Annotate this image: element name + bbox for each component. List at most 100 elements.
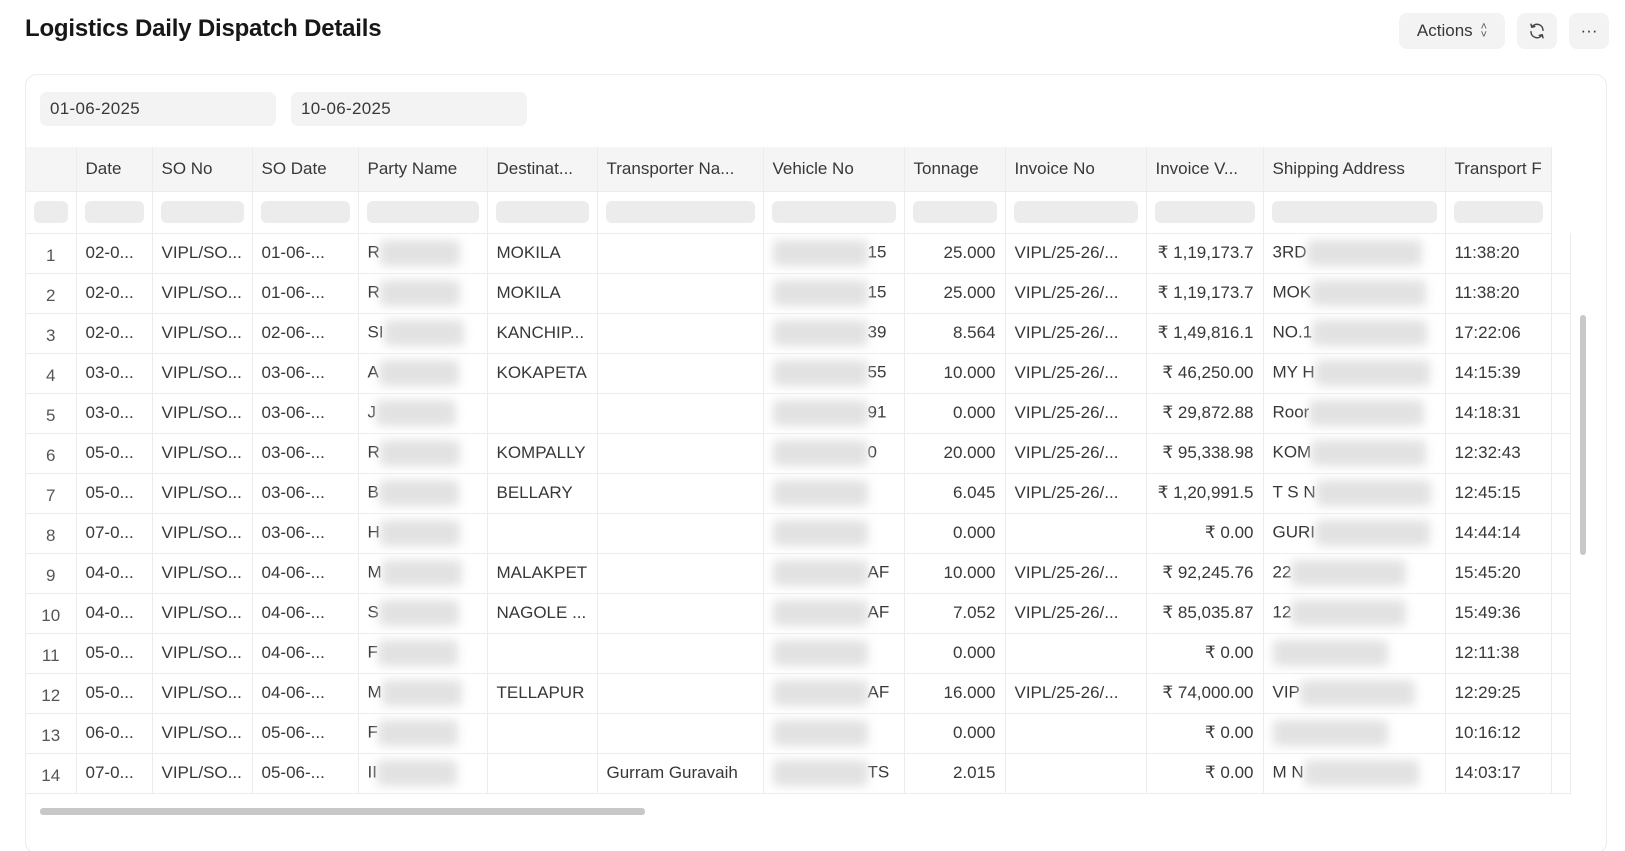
- filter-field[interactable]: [1271, 201, 1437, 223]
- redacted-blur: [378, 360, 459, 386]
- filter-field[interactable]: [605, 201, 755, 223]
- column-header[interactable]: Date: [76, 147, 153, 192]
- filter-field[interactable]: [84, 201, 144, 223]
- redacted-blur: [1299, 680, 1415, 706]
- table-row[interactable]: 3 02-0... VIPL/SO... 02-06-... SI KANCHIP... 3…: [26, 313, 1571, 354]
- column-filter-input[interactable]: [152, 191, 253, 234]
- cell-invoice-value: ₹ 1,19,173.7: [1146, 273, 1264, 314]
- column-filter-input[interactable]: [597, 191, 764, 234]
- cell-so-no-text: VIPL/SO...: [161, 403, 242, 422]
- table-row[interactable]: 5 03-0... VIPL/SO... 03-06-... J 91 0.000 VIPL/…: [26, 393, 1571, 434]
- cell-tonnage: 25.000: [904, 273, 1006, 314]
- table-row[interactable]: 7 05-0... VIPL/SO... 03-06-... B BELLARY 6.045…: [26, 473, 1571, 514]
- table-row[interactable]: 6 05-0... VIPL/SO... 03-06-... R KOMPALLY 0 20.…: [26, 433, 1571, 474]
- cell-invoice-value-text: ₹ 1,20,991.5: [1157, 483, 1254, 502]
- cell-so-date: 04-06-...: [252, 553, 359, 594]
- cell-destination-text: BELLARY: [496, 483, 573, 502]
- cell-invoice-value: ₹ 0.00: [1146, 633, 1264, 674]
- column-header[interactable]: Transport F: [1445, 147, 1552, 192]
- actions-button[interactable]: Actions ˄ ˅: [1399, 13, 1505, 49]
- table-row[interactable]: 14 07-0... VIPL/SO... 05-06-... II Gurram Gur…: [26, 753, 1571, 794]
- column-header[interactable]: SO Date: [252, 147, 359, 192]
- column-filter-input[interactable]: [252, 191, 359, 234]
- row-index: 14: [26, 753, 77, 794]
- table-row[interactable]: 12 05-0... VIPL/SO... 04-06-... M TELLAPUR AF 1…: [26, 673, 1571, 714]
- column-filter-input[interactable]: [1005, 191, 1147, 234]
- cell-so-date-text: 03-06-...: [261, 483, 325, 502]
- cell-invoice-no-text: VIPL/25-26/...: [1014, 243, 1119, 262]
- table-row[interactable]: 10 04-0... VIPL/SO... 04-06-... S NAGOLE ... A…: [26, 593, 1571, 634]
- column-header[interactable]: Party Name: [358, 147, 488, 192]
- table-row[interactable]: 8 07-0... VIPL/SO... 03-06-... H 0.000 ₹ 0.00 G…: [26, 513, 1571, 554]
- column-header[interactable]: Shipping Address: [1263, 147, 1446, 192]
- cell-date-text: 04-0...: [85, 563, 134, 582]
- filter-field[interactable]: [771, 201, 896, 223]
- table-row[interactable]: 1 02-0... VIPL/SO... 01-06-... R MOKILA 15 25.0…: [26, 233, 1571, 274]
- cell-shipping-address: 22: [1263, 553, 1446, 594]
- table-row[interactable]: 11 05-0... VIPL/SO... 04-06-... F 0.000 ₹ 0.00…: [26, 633, 1571, 674]
- cell-party-name: M: [358, 553, 488, 594]
- cell-date: 02-0...: [76, 273, 153, 314]
- cell-invoice-no: VIPL/25-26/...: [1005, 273, 1147, 314]
- redacted-blur: [383, 320, 464, 346]
- cell-invoice-value-text: ₹ 1,19,173.7: [1157, 243, 1254, 262]
- filter-field[interactable]: [366, 201, 479, 223]
- redacted-blur: [379, 520, 460, 546]
- vertical-scrollbar[interactable]: [1580, 315, 1586, 555]
- from-date-input[interactable]: [40, 92, 276, 126]
- filter-field[interactable]: [495, 201, 589, 223]
- column-filter-input[interactable]: [1445, 191, 1552, 234]
- column-header[interactable]: Tonnage: [904, 147, 1006, 192]
- table-row[interactable]: 9 04-0... VIPL/SO... 04-06-... M MALAKPET AF 10…: [26, 553, 1571, 594]
- cell-invoice-no: VIPL/25-26/...: [1005, 393, 1147, 434]
- cell-vehicle-no-text: 15: [867, 242, 887, 262]
- cell-overflow: [1551, 273, 1571, 314]
- table-row[interactable]: 4 03-0... VIPL/SO... 03-06-... A KOKAPETA 55 10…: [26, 353, 1571, 394]
- cell-so-no: VIPL/SO...: [152, 633, 253, 674]
- row-index: 10: [26, 593, 77, 634]
- cell-so-no: VIPL/SO...: [152, 233, 253, 274]
- table-row[interactable]: 13 06-0... VIPL/SO... 05-06-... F 0.000 ₹ 0.00…: [26, 713, 1571, 754]
- filter-field[interactable]: [1453, 201, 1543, 223]
- redacted-blur: [1272, 720, 1388, 746]
- filter-field[interactable]: [1013, 201, 1138, 223]
- filter-field[interactable]: [1154, 201, 1255, 223]
- column-filter-input[interactable]: [358, 191, 488, 234]
- column-filter-input[interactable]: [76, 191, 153, 234]
- column-header[interactable]: Transporter Na...: [597, 147, 764, 192]
- column-filter-input[interactable]: [763, 191, 905, 234]
- column-header[interactable]: Destinat...: [487, 147, 598, 192]
- filter-field[interactable]: [912, 201, 997, 223]
- column-filter-input[interactable]: [487, 191, 598, 234]
- table-row[interactable]: 2 02-0... VIPL/SO... 01-06-... R MOKILA 15 25.0…: [26, 273, 1571, 314]
- refresh-button[interactable]: [1517, 13, 1557, 49]
- cell-overflow: [1551, 513, 1571, 554]
- cell-tonnage-text: 0.000: [952, 723, 996, 742]
- column-header[interactable]: Invoice No: [1005, 147, 1147, 192]
- cell-transport-time: 11:38:20: [1445, 233, 1552, 274]
- cell-so-date: 03-06-...: [252, 353, 359, 394]
- cell-shipping-address: MY H: [1263, 353, 1446, 394]
- column-header[interactable]: Invoice V...: [1146, 147, 1264, 192]
- filter-field[interactable]: [260, 201, 350, 223]
- cell-party-name: F: [358, 633, 488, 674]
- cell-shipping-address-text: 3RD: [1272, 242, 1307, 262]
- to-date-input[interactable]: [291, 92, 527, 126]
- cell-invoice-value: ₹ 74,000.00: [1146, 673, 1264, 714]
- cell-transport-time-text: 12:11:38: [1454, 643, 1520, 662]
- cell-destination-text: MOKILA: [496, 283, 561, 302]
- column-filter-input[interactable]: [1146, 191, 1264, 234]
- more-button[interactable]: ···: [1569, 13, 1609, 49]
- column-header[interactable]: Vehicle No: [763, 147, 905, 192]
- column-filter-input[interactable]: [1263, 191, 1446, 234]
- redacted-blur: [379, 240, 460, 266]
- horizontal-scrollbar[interactable]: [40, 808, 645, 815]
- cell-invoice-value-text: ₹ 95,338.98: [1162, 443, 1254, 462]
- column-header[interactable]: SO No: [152, 147, 253, 192]
- cell-vehicle-no-text: TS: [867, 762, 890, 782]
- row-index: 13: [26, 713, 77, 754]
- cell-shipping-address: 3RD: [1263, 233, 1446, 274]
- column-filter-input[interactable]: [904, 191, 1006, 234]
- filter-field[interactable]: [160, 201, 244, 223]
- cell-vehicle-no: [763, 513, 905, 554]
